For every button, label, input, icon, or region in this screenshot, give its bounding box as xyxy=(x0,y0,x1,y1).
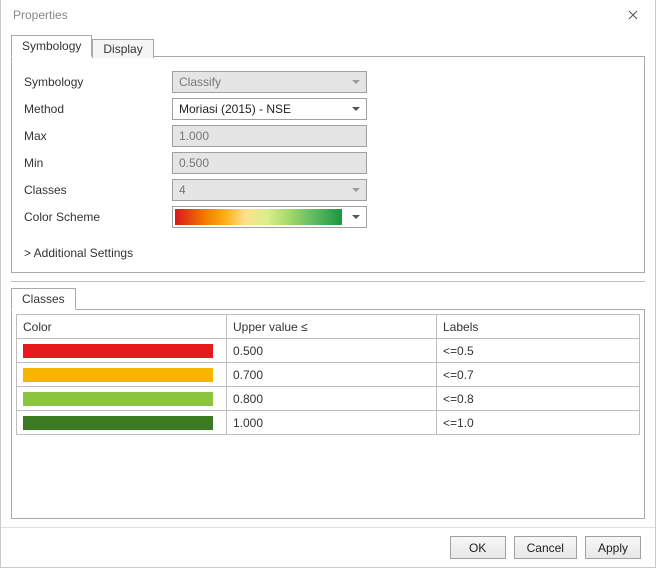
tab-display[interactable]: Display xyxy=(92,39,153,58)
chevron-down-icon xyxy=(352,80,360,84)
additional-settings-toggle[interactable]: > Additional Settings xyxy=(24,246,632,260)
classes-dropdown: 4 xyxy=(172,179,367,201)
classes-body: Color Upper value ≤ Labels 0.500<=0.50.7… xyxy=(11,310,645,519)
cell-upper[interactable]: 1.000 xyxy=(227,411,437,435)
close-button[interactable] xyxy=(610,0,655,30)
chevron-down-icon xyxy=(352,188,360,192)
color-swatch xyxy=(23,368,213,382)
cell-label[interactable]: <=0.7 xyxy=(437,363,640,387)
symbology-value: Classify xyxy=(179,75,221,89)
method-dropdown[interactable]: Moriasi (2015) - NSE xyxy=(172,98,367,120)
cell-label[interactable]: <=1.0 xyxy=(437,411,640,435)
cell-upper[interactable]: 0.800 xyxy=(227,387,437,411)
table-row[interactable]: 0.500<=0.5 xyxy=(17,339,640,363)
cancel-button[interactable]: Cancel xyxy=(514,536,577,559)
classes-tabstrip: Classes xyxy=(11,288,645,310)
method-label: Method xyxy=(24,102,172,116)
table-row[interactable]: 1.000<=1.0 xyxy=(17,411,640,435)
cell-upper[interactable]: 0.500 xyxy=(227,339,437,363)
top-tabstrip: Symbology Display xyxy=(11,34,645,57)
min-value: 0.500 xyxy=(179,156,209,170)
chevron-down-icon xyxy=(352,215,360,219)
cell-color[interactable] xyxy=(17,363,227,387)
symbology-dropdown: Classify xyxy=(172,71,367,93)
color-swatch xyxy=(23,344,213,358)
colorscheme-dropdown[interactable] xyxy=(172,206,367,228)
cell-color[interactable] xyxy=(17,339,227,363)
classes-value: 4 xyxy=(179,183,186,197)
classes-label: Classes xyxy=(24,183,172,197)
col-header-color[interactable]: Color xyxy=(17,315,227,339)
colorscheme-label: Color Scheme xyxy=(24,210,172,224)
window-title: Properties xyxy=(13,8,68,22)
table-row[interactable]: 0.800<=0.8 xyxy=(17,387,640,411)
symbology-label: Symbology xyxy=(24,75,172,89)
dialog-footer: OK Cancel Apply xyxy=(1,527,655,567)
color-swatch xyxy=(23,392,213,406)
ok-button[interactable]: OK xyxy=(450,536,506,559)
classes-table: Color Upper value ≤ Labels 0.500<=0.50.7… xyxy=(16,314,640,435)
separator xyxy=(11,281,645,282)
color-swatch xyxy=(23,416,213,430)
titlebar: Properties xyxy=(1,0,655,30)
gradient-preview xyxy=(175,209,342,225)
col-header-labels[interactable]: Labels xyxy=(437,315,640,339)
cell-label[interactable]: <=0.8 xyxy=(437,387,640,411)
table-row[interactable]: 0.700<=0.7 xyxy=(17,363,640,387)
chevron-down-icon xyxy=(352,107,360,111)
tab-classes[interactable]: Classes xyxy=(11,288,76,310)
tab-symbology[interactable]: Symbology xyxy=(11,35,92,57)
cell-color[interactable] xyxy=(17,411,227,435)
min-label: Min xyxy=(24,156,172,170)
min-input: 0.500 xyxy=(172,152,367,174)
symbology-panel: Symbology Classify Method Moriasi (2015)… xyxy=(11,57,645,273)
method-value: Moriasi (2015) - NSE xyxy=(179,102,291,116)
col-header-upper[interactable]: Upper value ≤ xyxy=(227,315,437,339)
properties-window: Properties Symbology Display Symbology C… xyxy=(0,0,656,568)
cell-color[interactable] xyxy=(17,387,227,411)
close-icon xyxy=(628,10,638,20)
max-input: 1.000 xyxy=(172,125,367,147)
apply-button[interactable]: Apply xyxy=(585,536,641,559)
max-value: 1.000 xyxy=(179,129,209,143)
cell-label[interactable]: <=0.5 xyxy=(437,339,640,363)
max-label: Max xyxy=(24,129,172,143)
cell-upper[interactable]: 0.700 xyxy=(227,363,437,387)
